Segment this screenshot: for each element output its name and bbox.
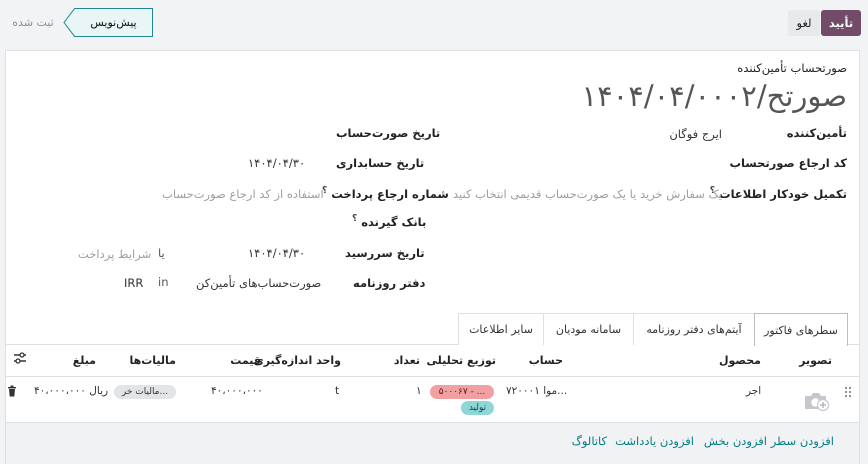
column-analytic[interactable]: توزیع تحلیلی	[427, 354, 497, 367]
payment-reference-label-text: شماره ارجاع پرداخت	[331, 186, 449, 201]
column-account[interactable]: حساب	[529, 354, 563, 367]
tab-other-info[interactable]: سایر اطلاعات	[458, 313, 544, 345]
currency-field[interactable]: IRR	[124, 276, 143, 290]
due-date-label: تاریخ سررسید	[345, 246, 425, 260]
accounting-date-label: تاریخ حسابداری	[336, 156, 425, 170]
bill-date-input[interactable]	[166, 124, 316, 142]
autocomplete-label: تکمیل خودکار اطلاعات ؟	[710, 186, 847, 201]
product-cell[interactable]: اجر	[746, 385, 761, 397]
quantity-cell[interactable]: ۱	[416, 385, 422, 397]
column-price[interactable]: قیمت	[230, 354, 261, 367]
column-uom[interactable]: واحد اندازه‌گیری	[254, 354, 341, 367]
drag-handle-icon[interactable]	[844, 386, 852, 398]
analytic-tag-production[interactable]: تولید	[461, 401, 494, 415]
in-label: in	[158, 275, 169, 289]
trash-icon[interactable]	[7, 385, 17, 397]
confirm-button[interactable]: تأیید	[821, 10, 861, 36]
vendor-field[interactable]: ایرج فوگان	[669, 127, 722, 141]
table-row[interactable]: ۴۰،۰۰۰،۰۰۰ ریال مالیات خر... ۴۰،۰۰۰،۰۰۰ …	[6, 377, 859, 422]
price-cell[interactable]: ۴۰،۰۰۰،۰۰۰	[211, 385, 263, 397]
journal-label: دفتر روزنامه	[353, 276, 426, 290]
add-line-link[interactable]: افزودن سطر	[771, 434, 834, 448]
status-bar: ثبت شده پیش‌نویس	[3, 8, 153, 37]
due-date-field[interactable]: ۱۴۰۴/۰۴/۳۰	[248, 246, 305, 260]
payment-reference-input[interactable]: استفاده از کد ارجاع صورت‌حساب	[162, 187, 324, 201]
journal-field[interactable]: صورت‌حساب‌های تأمین‌کن	[196, 276, 321, 290]
status-posted[interactable]: ثبت شده	[3, 8, 63, 37]
recipient-bank-input[interactable]	[166, 212, 316, 230]
form-sheet: صورتحساب تأمین‌کننده صورتح/۱۴۰۴/۰۴/۰۰۰۲ …	[5, 50, 860, 464]
catalog-link[interactable]: کاتالوگ	[572, 434, 607, 448]
page-title: صورتح/۱۴۰۴/۰۴/۰۰۰۲	[581, 79, 847, 113]
camera-add-icon[interactable]	[803, 391, 830, 412]
accounting-date-field[interactable]: ۱۴۰۴/۰۴/۳۰	[248, 156, 305, 170]
column-image[interactable]: تصویر	[799, 354, 832, 367]
or-label: یا	[158, 246, 165, 260]
account-cell[interactable]: ۷۲۰۰۰۱ موا...	[506, 385, 567, 397]
bill-date-label: تاریخ صورت‌حساب	[336, 126, 441, 140]
tax-tag[interactable]: مالیات خر...	[114, 385, 176, 399]
analytic-tag[interactable]: ۵۰۰۰۶۷ - ...	[430, 385, 494, 399]
tab-invoice-lines[interactable]: سطرهای فاکتور	[754, 313, 848, 346]
uom-cell[interactable]: t	[335, 385, 339, 397]
bill-reference-label: کد ارجاع صورتحساب	[729, 156, 848, 170]
payment-terms-input[interactable]: شرایط پرداخت	[78, 247, 151, 261]
autocomplete-input[interactable]: یک سفارش خرید یا یک صورت‌حساب قدیمی انتخ…	[453, 187, 722, 201]
column-product[interactable]: محصول	[719, 354, 761, 367]
autocomplete-label-text: تکمیل خودکار اطلاعات	[719, 186, 847, 201]
status-draft[interactable]: پیش‌نویس	[75, 8, 153, 37]
column-settings-icon[interactable]	[13, 352, 27, 364]
column-amount[interactable]: مبلغ	[73, 354, 96, 367]
help-icon[interactable]: ؟	[352, 214, 357, 224]
recipient-bank-label-text: بانک گیرنده	[361, 214, 427, 229]
column-taxes[interactable]: مالیات‌ها	[129, 354, 176, 367]
add-section-link[interactable]: افزودن بخش	[704, 434, 767, 448]
recipient-bank-label: بانک گیرنده ؟	[352, 214, 426, 229]
document-type: صورتحساب تأمین‌کننده	[737, 61, 847, 75]
amount-cell: ۴۰،۰۰۰،۰۰۰ ریال	[34, 385, 109, 397]
add-note-link[interactable]: افزودن یادداشت	[615, 434, 694, 448]
tab-tax-system[interactable]: سامانه مودیان	[543, 313, 634, 345]
bill-reference-input[interactable]	[462, 154, 722, 172]
cancel-button[interactable]: لغو	[788, 10, 820, 36]
payment-reference-label: شماره ارجاع پرداخت ؟	[322, 186, 449, 201]
tab-journal-items[interactable]: آیتم‌های دفتر روزنامه	[633, 313, 755, 345]
status-arrow-icon	[63, 8, 75, 37]
vendor-label: تأمین‌کننده	[786, 126, 847, 140]
column-quantity[interactable]: تعداد	[394, 354, 420, 367]
table-footer: افزودن سطر افزودن بخش افزودن یادداشت کات…	[6, 422, 859, 464]
